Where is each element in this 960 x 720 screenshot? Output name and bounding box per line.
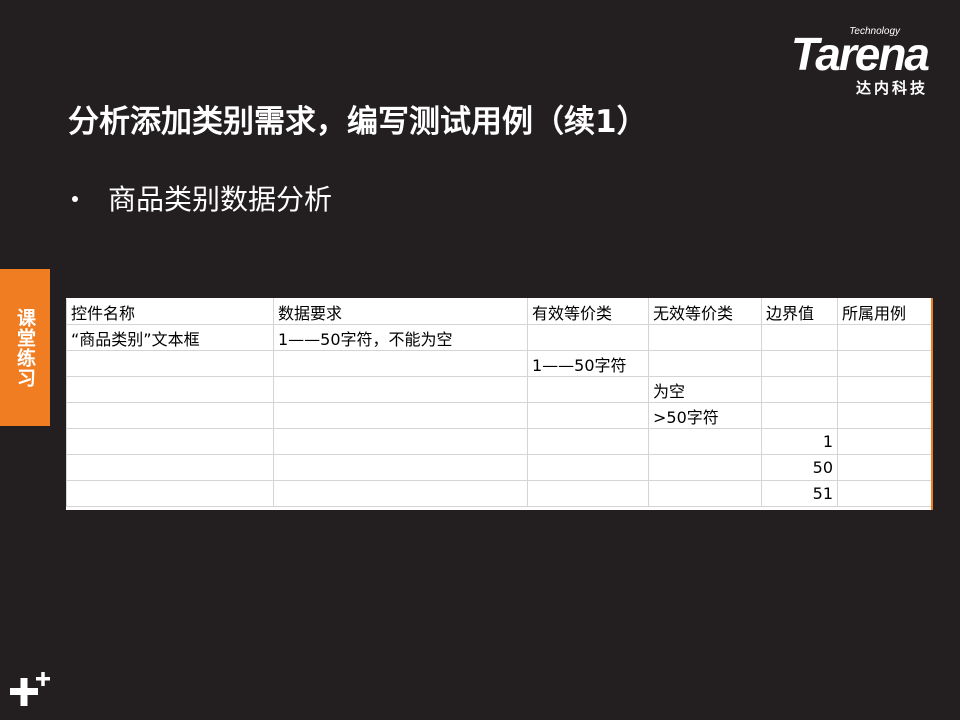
table-cell <box>66 454 274 481</box>
bullet-dot-icon <box>72 196 78 202</box>
table-cell <box>648 480 762 507</box>
table-cell <box>648 428 762 455</box>
table-row: 为空 <box>66 376 933 403</box>
table-header-cell: 无效等价类 <box>648 298 762 325</box>
table-header-cell: 数据要求 <box>273 298 528 325</box>
table-cell <box>761 324 838 351</box>
table-row: 1——50字符 <box>66 350 933 377</box>
table-header-cell: 有效等价类 <box>527 298 649 325</box>
table-cell <box>648 454 762 481</box>
bullet-item: 商品类别数据分析 <box>72 178 332 218</box>
tarena-logo: Technology Tarena 达内科技 <box>728 26 930 98</box>
data-table: 控件名称 数据要求 有效等价类 无效等价类 边界值 所属用例 “商品类别”文本框 1——50字… <box>66 298 933 507</box>
table-cell <box>837 480 933 507</box>
slide-title: 分析添加类别需求，编写测试用例（续1） <box>68 104 648 140</box>
table-header-cell: 边界值 <box>761 298 838 325</box>
table-header-cell: 控件名称 <box>66 298 274 325</box>
table-cell <box>837 376 933 403</box>
table-cell <box>837 350 933 377</box>
table-cell <box>273 350 528 377</box>
table-cell <box>273 480 528 507</box>
table-cell <box>273 428 528 455</box>
table-row: 50 <box>66 454 933 481</box>
bullet-text: 商品类别数据分析 <box>108 183 333 216</box>
table-cell: 1 <box>761 428 838 455</box>
table-cell: “商品类别”文本框 <box>66 324 274 351</box>
table-cell: 51 <box>761 480 838 507</box>
table-row: 1 <box>66 428 933 455</box>
table-cell <box>648 324 762 351</box>
table-cell <box>273 376 528 403</box>
data-table-container: 控件名称 数据要求 有效等价类 无效等价类 边界值 所属用例 “商品类别”文本框 1——50字… <box>66 298 933 510</box>
table-row: >50字符 <box>66 402 933 429</box>
table-cell <box>66 350 274 377</box>
side-tab-label: 课堂练习 <box>14 307 36 388</box>
table-cell <box>66 428 274 455</box>
table-cell <box>527 454 649 481</box>
logo-brand: Tarena <box>790 28 930 80</box>
table-cell <box>761 376 838 403</box>
table-cell <box>527 428 649 455</box>
table-cell <box>66 402 274 429</box>
table-cell <box>761 350 838 377</box>
table-cell: >50字符 <box>648 402 762 429</box>
table-edge <box>931 298 933 510</box>
table-cell <box>527 480 649 507</box>
table-header-cell: 所属用例 <box>837 298 933 325</box>
table-cell <box>527 376 649 403</box>
table-cell: 为空 <box>648 376 762 403</box>
table-cell <box>527 324 649 351</box>
table-cell <box>66 480 274 507</box>
table-cell: 1——50字符 <box>527 350 649 377</box>
table-cell <box>837 324 933 351</box>
table-row: 51 <box>66 480 933 507</box>
side-tab: 课堂练习 <box>0 269 50 426</box>
table-row: “商品类别”文本框 1——50字符，不能为空 <box>66 324 933 351</box>
table-cell: 50 <box>761 454 838 481</box>
table-cell <box>273 402 528 429</box>
table-cell <box>527 402 649 429</box>
table-cell <box>837 402 933 429</box>
table-cell <box>761 402 838 429</box>
table-cell <box>648 350 762 377</box>
table-cell <box>66 376 274 403</box>
table-cell <box>837 428 933 455</box>
logo-chinese: 达内科技 <box>855 79 928 97</box>
table-cell <box>273 454 528 481</box>
table-cell <box>837 454 933 481</box>
plus-icon <box>10 672 50 706</box>
table-cell: 1——50字符，不能为空 <box>273 324 528 351</box>
table-header-row: 控件名称 数据要求 有效等价类 无效等价类 边界值 所属用例 <box>66 298 933 325</box>
